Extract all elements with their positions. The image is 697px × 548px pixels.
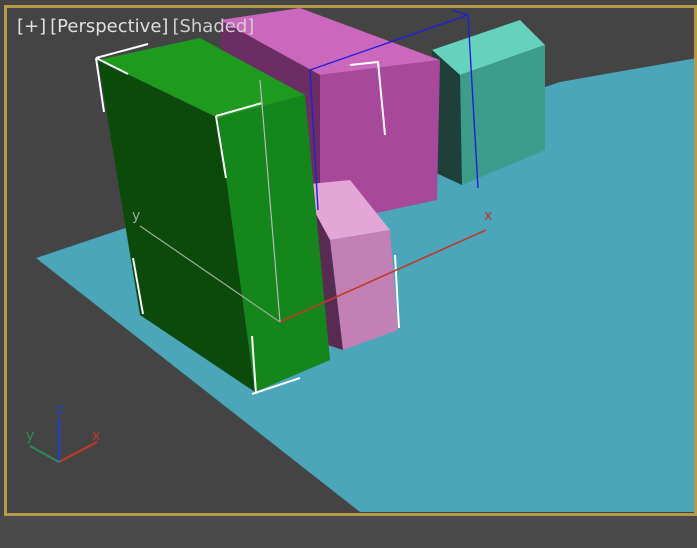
bottom-strip xyxy=(0,516,697,548)
scene-canvas[interactable]: x y z x y xyxy=(0,0,697,548)
gizmo-y-label: y xyxy=(132,208,140,224)
trihedron-x-axis xyxy=(58,441,98,463)
viewport-pov-menu[interactable]: [Perspective] xyxy=(50,16,168,37)
trihedron-x-label: x xyxy=(92,428,100,444)
view-trihedron: z x y xyxy=(26,402,100,463)
viewport-shading-menu[interactable]: [Shaded] xyxy=(172,16,254,37)
trihedron-y-label: y xyxy=(26,428,34,444)
gizmo-x-label: x xyxy=(484,208,492,224)
trihedron-z-label: z xyxy=(56,402,63,418)
viewport-label-menu: [+] [Perspective] [Shaded] xyxy=(17,16,258,37)
trihedron-y-axis xyxy=(29,445,60,463)
perspective-viewport[interactable]: x y z x y [+] [Perspective] [Shaded] xyxy=(0,0,697,548)
viewport-plus-menu[interactable]: [+] xyxy=(17,16,46,37)
